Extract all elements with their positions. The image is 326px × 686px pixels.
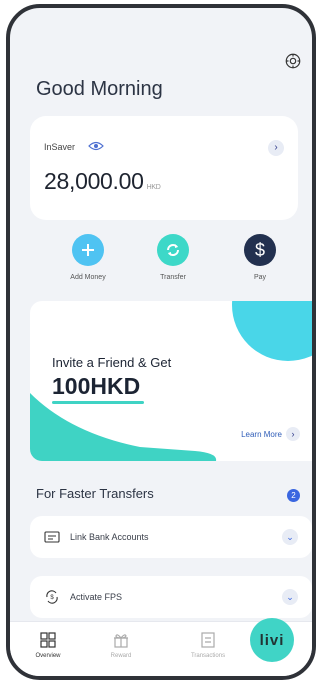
promo-title: Invite a Friend & Get	[52, 355, 172, 370]
chevron-right-icon: ›	[286, 427, 300, 441]
balance-currency: HKD	[146, 184, 161, 191]
eye-icon[interactable]	[88, 141, 104, 151]
balance-amount: 28,000.00 HKD	[44, 168, 161, 195]
add-money-button[interactable]: Add Money	[58, 234, 118, 281]
nav-reward[interactable]: Reward	[91, 632, 151, 659]
link-bank-accounts-label: Link Bank Accounts	[70, 532, 149, 542]
transfer-icon	[157, 234, 189, 266]
grid-icon	[40, 632, 56, 648]
receipt-icon	[201, 632, 215, 648]
transfer-label: Transfer	[160, 274, 186, 281]
chevron-down-icon[interactable]: ⌄	[282, 589, 298, 605]
learn-more-link[interactable]: Learn More ›	[241, 427, 300, 441]
promo-underline	[52, 401, 144, 404]
nav-transactions[interactable]: Transactions	[178, 632, 238, 659]
settings-icon[interactable]	[284, 52, 302, 70]
balance-value: 28,000.00	[44, 168, 144, 194]
nav-overview-label: Overview	[35, 653, 61, 659]
svg-text:$: $	[50, 595, 54, 601]
promo-amount: 100HKD	[52, 373, 141, 399]
activate-fps-label: Activate FPS	[70, 592, 123, 602]
count-badge: 2	[287, 489, 300, 502]
pay-button[interactable]: $ Pay	[230, 234, 290, 281]
gift-icon	[114, 634, 128, 648]
nav-reward-label: Reward	[110, 653, 132, 659]
nav-transactions-label: Transactions	[190, 653, 226, 659]
greeting-title: Good Morning	[36, 78, 163, 100]
section-title: For Faster Transfers	[36, 486, 154, 501]
pay-label: Pay	[253, 274, 267, 281]
add-money-label: Add Money	[70, 274, 106, 281]
chevron-right-icon[interactable]: ›	[268, 140, 284, 156]
livi-fab-button[interactable]: livi	[250, 618, 294, 662]
activate-fps-item[interactable]: $ Activate FPS ⌄	[30, 576, 312, 618]
phone-frame: Good Morning InSaver › 28,000.00 HKD Add …	[6, 4, 316, 680]
transfer-button[interactable]: Transfer	[143, 234, 203, 281]
dollar-icon: $	[244, 234, 276, 266]
chevron-down-icon[interactable]: ⌄	[282, 529, 298, 545]
bank-card-icon	[44, 530, 60, 544]
account-label: InSaver	[44, 142, 76, 152]
nav-overview[interactable]: Overview	[18, 632, 78, 659]
promo-banner[interactable]: Invite a Friend & Get 100HKD Learn More …	[30, 301, 312, 461]
link-bank-accounts-item[interactable]: Link Bank Accounts ⌄	[30, 516, 312, 558]
plus-icon	[72, 234, 104, 266]
balance-card[interactable]: InSaver › 28,000.00 HKD	[30, 116, 298, 220]
fps-icon: $	[44, 590, 60, 604]
learn-more-label: Learn More	[241, 429, 282, 439]
